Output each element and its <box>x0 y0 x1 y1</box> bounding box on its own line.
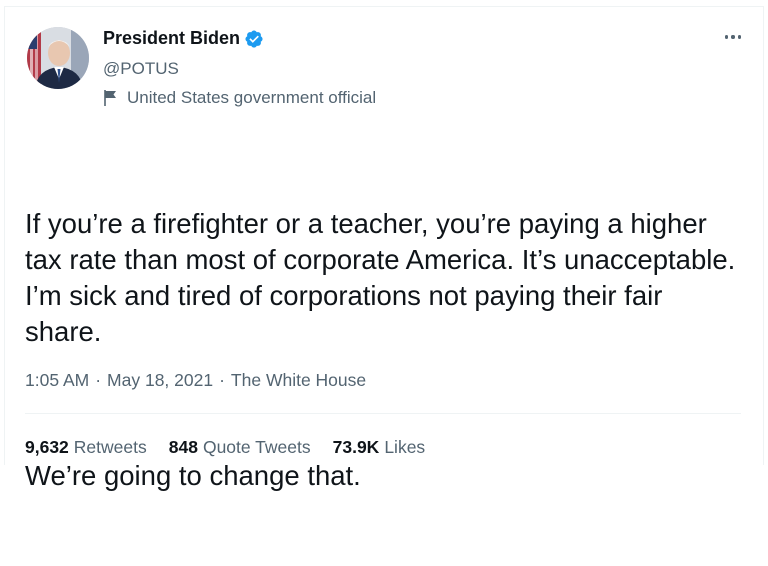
tweet-text: If you’re a firefighter or a teacher, yo… <box>25 134 745 566</box>
retweets-label: Retweets <box>73 437 147 457</box>
tweet-paragraph: We’re going to change that. <box>25 460 361 491</box>
verified-badge-icon <box>245 29 263 48</box>
tweet-card: President Biden @POTUS United States gov… <box>4 6 764 491</box>
retweets-stat[interactable]: 9,632 Retweets <box>25 437 147 458</box>
meta-separator: · <box>219 370 225 390</box>
author-name[interactable]: President Biden <box>103 28 240 49</box>
tweet-time[interactable]: 1:05 AM <box>25 370 89 391</box>
quote-tweets-count: 848 <box>168 437 198 457</box>
retweets-count: 9,632 <box>25 437 69 457</box>
government-label-text: United States government official <box>127 88 377 107</box>
engagement-stats: 9,632 Retweets 848 Quote Tweets 73.9K Li… <box>25 437 447 458</box>
government-label[interactable]: United States government official <box>103 88 376 108</box>
flag-icon <box>103 89 119 107</box>
quote-tweets-stat[interactable]: 848 Quote Tweets <box>169 437 311 458</box>
avatar-image <box>27 27 89 89</box>
meta-separator: · <box>95 370 102 390</box>
author-handle[interactable]: @POTUS <box>103 59 179 79</box>
tweet-paragraph: If you’re a firefighter or a teacher, yo… <box>25 208 743 347</box>
avatar[interactable] <box>27 27 89 89</box>
likes-stat[interactable]: 73.9K Likes <box>333 437 426 458</box>
divider <box>25 413 741 414</box>
tweet-source[interactable]: The White House <box>231 370 366 391</box>
likes-count: 73.9K <box>332 437 380 457</box>
more-options-icon[interactable] <box>717 21 749 53</box>
quote-tweets-label: Quote Tweets <box>202 437 311 457</box>
tweet-meta: 1:05 AM · May 18, 2021 · The White House <box>25 370 366 391</box>
likes-label: Likes <box>384 437 426 457</box>
tweet-date[interactable]: May 18, 2021 <box>107 370 213 391</box>
